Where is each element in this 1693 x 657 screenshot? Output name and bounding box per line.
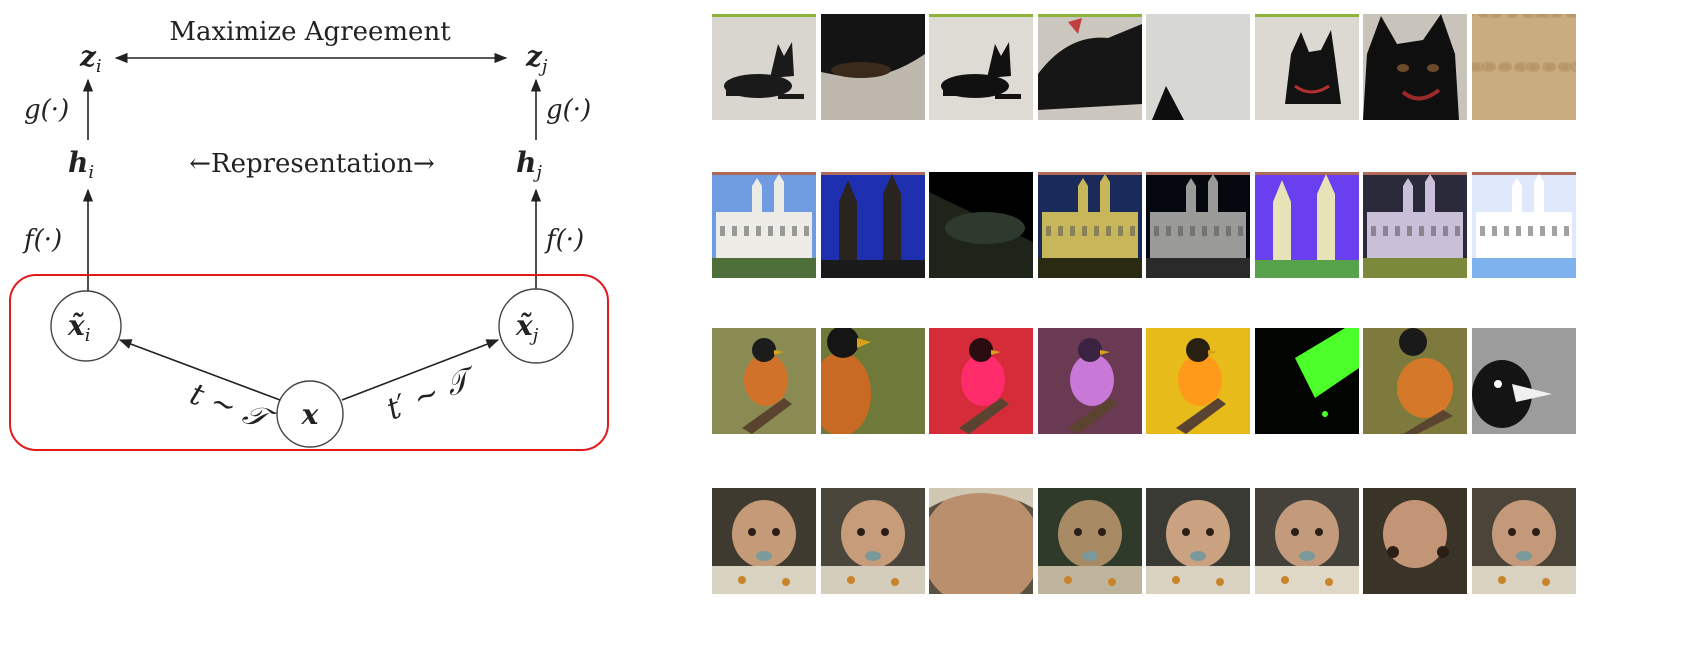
augmented-view-baby-6 <box>1254 488 1359 594</box>
augmented-view-building-2 <box>820 172 925 278</box>
augmented-view-bird-8 <box>1471 328 1576 434</box>
augmented-view-bird-5 <box>1146 328 1250 434</box>
augmented-view-bird-1 <box>712 328 816 434</box>
augmented-view-dog-6 <box>1254 14 1359 120</box>
augmented-view-baby-3 <box>929 488 1033 594</box>
augmented-view-dog-7 <box>1363 14 1467 120</box>
augmented-view-baby-1 <box>712 488 816 594</box>
augmented-view-baby-7 <box>1363 488 1467 594</box>
augmented-view-building-1 <box>712 172 816 278</box>
augmented-view-bird-7 <box>1363 328 1467 434</box>
augmented-view-dog-4 <box>1037 14 1142 120</box>
augmentation-grid <box>0 0 1693 657</box>
augmented-view-dog-2 <box>820 14 925 120</box>
augmented-view-bird-6 <box>1254 328 1359 434</box>
augmented-view-baby-4 <box>1037 488 1142 594</box>
augmented-view-building-6 <box>1254 172 1359 278</box>
augmented-view-baby-5 <box>1146 488 1250 594</box>
augmented-view-dog-8 <box>1471 14 1576 120</box>
augmented-view-bird-4 <box>1037 328 1142 434</box>
augmented-view-baby-2 <box>820 488 925 594</box>
augmented-view-dog-3 <box>929 14 1033 120</box>
augmented-view-building-3 <box>929 172 1033 278</box>
augmented-view-bird-3 <box>929 328 1033 434</box>
augmented-view-building-7 <box>1363 172 1467 278</box>
augmented-view-building-5 <box>1146 172 1250 278</box>
augmented-view-building-4 <box>1037 172 1142 278</box>
augmented-view-dog-5 <box>1146 14 1250 120</box>
augmented-view-baby-8 <box>1471 488 1576 594</box>
augmented-view-dog-1 <box>712 14 816 120</box>
augmented-view-bird-2 <box>820 328 925 434</box>
augmented-view-building-8 <box>1471 172 1576 278</box>
